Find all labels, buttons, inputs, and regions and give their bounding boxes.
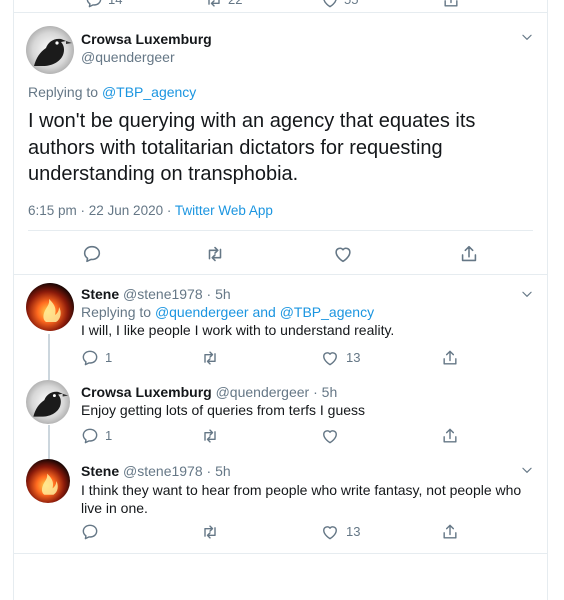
mention-link[interactable]: @TBP_agency bbox=[102, 84, 196, 100]
reply-icon[interactable] bbox=[80, 426, 100, 446]
reply-count: 1 bbox=[105, 350, 113, 365]
replying-to-line: Replying to @TBP_agency bbox=[28, 83, 196, 101]
thread-line bbox=[48, 334, 50, 380]
chevron-down-icon[interactable] bbox=[520, 287, 534, 301]
reply-count: 1 bbox=[105, 428, 113, 443]
replying-to-line: Replying to @quendergeer and @TBP_agency bbox=[81, 304, 375, 320]
retweet-icon[interactable] bbox=[200, 426, 220, 446]
retweet-icon[interactable] bbox=[200, 522, 220, 542]
reply-icon[interactable] bbox=[81, 243, 103, 265]
tweet-meta: 6:15 pm · 22 Jun 2020 · Twitter Web App bbox=[28, 203, 273, 218]
share-icon[interactable] bbox=[440, 348, 460, 368]
reply-icon[interactable] bbox=[80, 522, 100, 542]
like-count: 13 bbox=[346, 350, 361, 365]
crow-avatar-icon bbox=[26, 380, 70, 424]
reply-text: I will, I like people I work with to und… bbox=[81, 322, 395, 338]
author-name[interactable]: Crowsa Luxemburg bbox=[81, 384, 212, 400]
mention-link[interactable]: @TBP_agency bbox=[280, 304, 374, 320]
reply-time[interactable]: · 5h bbox=[207, 286, 231, 302]
crow-avatar-icon bbox=[26, 26, 74, 74]
author-handle[interactable]: @stene1978 bbox=[123, 463, 203, 479]
author-handle[interactable]: @stene1978 bbox=[123, 286, 203, 302]
like-icon[interactable] bbox=[332, 243, 354, 265]
author-name[interactable]: Crowsa Luxemburg bbox=[81, 30, 212, 48]
fire-avatar-icon bbox=[26, 459, 70, 503]
divider bbox=[14, 12, 547, 13]
avatar[interactable] bbox=[26, 26, 74, 74]
chevron-down-icon[interactable] bbox=[520, 30, 534, 44]
share-icon[interactable] bbox=[440, 426, 460, 446]
retweet-icon[interactable] bbox=[204, 0, 224, 10]
reply-header: Crowsa Luxemburg @quendergeer · 5h bbox=[81, 383, 337, 401]
share-icon[interactable] bbox=[441, 0, 461, 10]
reply-time[interactable]: · 5h bbox=[313, 384, 337, 400]
retweet-icon[interactable] bbox=[204, 243, 226, 265]
author-name[interactable]: Stene bbox=[81, 286, 119, 302]
retweet-icon[interactable] bbox=[200, 348, 220, 368]
reply-text: I think they want to hear from people wh… bbox=[81, 482, 522, 516]
like-icon[interactable] bbox=[320, 0, 340, 10]
author-handle[interactable]: @quendergeer bbox=[81, 48, 175, 66]
avatar[interactable] bbox=[26, 459, 70, 503]
avatar[interactable] bbox=[26, 380, 70, 424]
like-count: 55 bbox=[344, 0, 358, 8]
like-icon[interactable] bbox=[320, 426, 340, 446]
author-name[interactable]: Stene bbox=[81, 463, 119, 479]
author-handle[interactable]: @quendergeer bbox=[216, 384, 310, 400]
thread-line bbox=[48, 425, 50, 459]
share-icon[interactable] bbox=[440, 522, 460, 542]
tweet-timestamp[interactable]: 6:15 pm · 22 Jun 2020 bbox=[28, 203, 163, 218]
avatar[interactable] bbox=[26, 283, 74, 331]
reply-icon[interactable] bbox=[80, 348, 100, 368]
tweet-source-link[interactable]: Twitter Web App bbox=[175, 203, 273, 218]
share-icon[interactable] bbox=[458, 243, 480, 265]
retweet-count: 22 bbox=[228, 0, 242, 8]
divider bbox=[14, 553, 547, 554]
like-count: 13 bbox=[346, 524, 361, 539]
divider bbox=[28, 230, 533, 231]
reply-header: Stene @stene1978 · 5h bbox=[81, 462, 231, 480]
mention-link[interactable]: @quendergeer bbox=[155, 304, 249, 320]
reply-time[interactable]: · 5h bbox=[207, 463, 231, 479]
like-icon[interactable] bbox=[320, 348, 340, 368]
divider bbox=[14, 274, 547, 275]
tweet-text: I won't be querying with an agency that … bbox=[28, 110, 476, 185]
reply-count: 14 bbox=[108, 0, 122, 8]
replying-to-label: Replying to bbox=[28, 84, 102, 100]
reply-header: Stene @stene1978 · 5h bbox=[81, 285, 231, 303]
reply-icon[interactable] bbox=[84, 0, 104, 10]
fire-avatar-icon bbox=[26, 283, 74, 331]
reply-text: Enjoy getting lots of queries from terfs… bbox=[81, 402, 366, 418]
like-icon[interactable] bbox=[320, 522, 340, 542]
tweet-thread-panel: 14 22 55 Crowsa Luxemburg @quendergeer R… bbox=[13, 0, 548, 600]
chevron-down-icon[interactable] bbox=[520, 463, 534, 477]
